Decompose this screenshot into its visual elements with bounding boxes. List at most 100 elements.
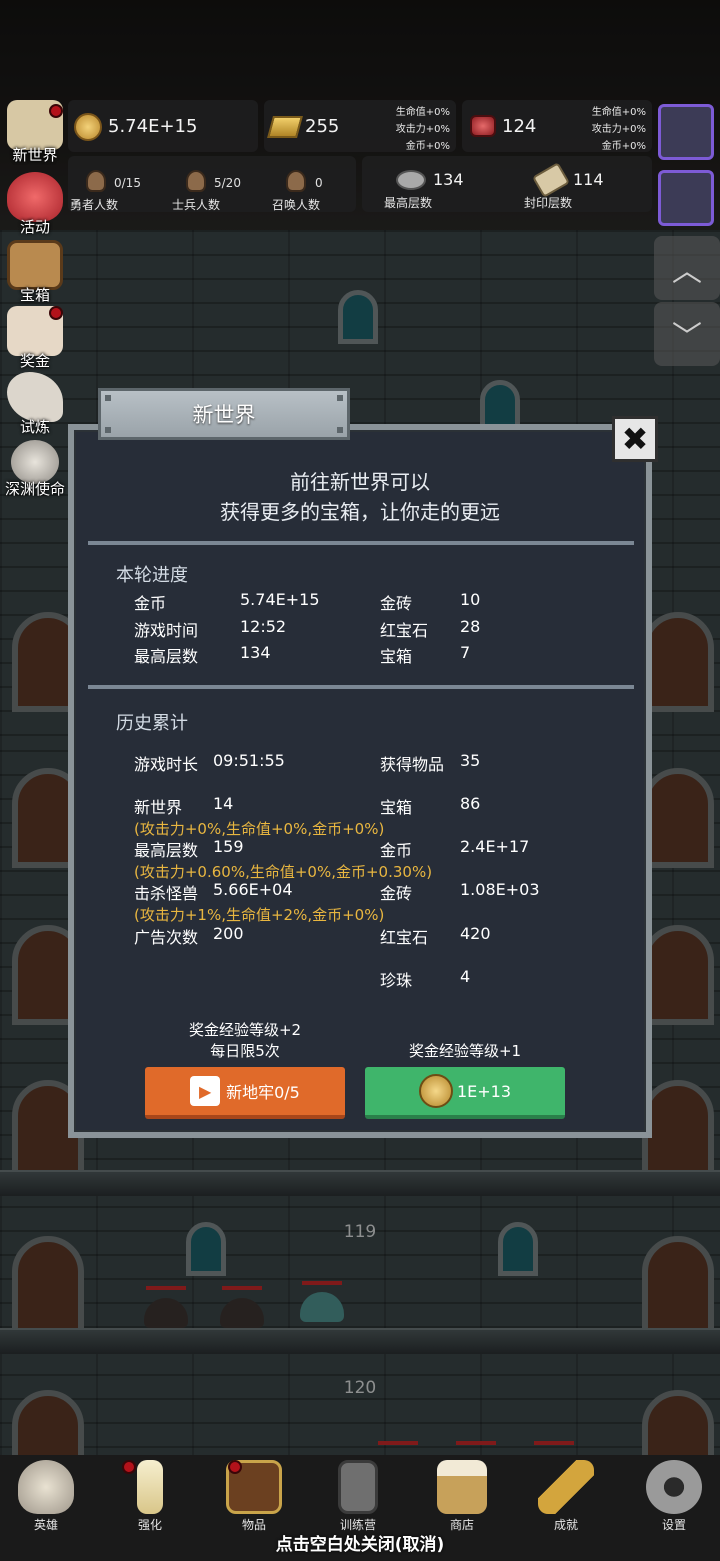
side-chest[interactable]: 宝箱 <box>2 240 68 305</box>
side-abyss[interactable]: 深渊使命 <box>2 440 68 499</box>
bricks-value: 255 <box>305 116 340 137</box>
skull-icon <box>18 1460 74 1514</box>
max-floor-label: 最高层数 <box>384 196 433 210</box>
history-bonus: (攻击力+1%,生命值+2%,金币+0%) <box>134 906 385 924</box>
history-value: 4 <box>460 967 471 986</box>
history-value: 420 <box>460 924 491 943</box>
ruby-icon <box>470 115 496 137</box>
right-button-caption: 奖金经验等级+1 <box>408 1042 522 1060</box>
round-value: 134 <box>240 643 271 662</box>
sealed-floor-value: 114 <box>573 170 604 189</box>
side-label: 新世界 <box>12 146 58 164</box>
gold-coin-icon <box>74 113 102 141</box>
nav-achievements[interactable]: 成就 <box>526 1460 606 1533</box>
history-bonus: (攻击力+0%,生命值+0%,金币+0%) <box>134 820 385 838</box>
max-floor-value: 134 <box>433 170 464 189</box>
nav-shop[interactable]: 商店 <box>422 1460 502 1533</box>
round-value: 5.74E+15 <box>240 590 320 609</box>
round-value: 10 <box>460 590 481 609</box>
candle-icon <box>137 1460 163 1514</box>
right-portrait-1[interactable] <box>658 104 714 160</box>
round-value: 7 <box>460 643 471 662</box>
history-value: 2.4E+17 <box>460 837 530 856</box>
left-button-caption: 奖金经验等级+2 每日限5次 <box>145 1020 345 1062</box>
side-label: 宝箱 <box>19 286 50 304</box>
scroll-up-button[interactable]: ︿ <box>654 236 720 300</box>
notification-dot <box>49 104 63 118</box>
new-dungeon-button[interactable]: ▶ 新地牢0/5 <box>145 1067 345 1119</box>
summon-icon <box>286 170 306 192</box>
side-activity[interactable]: 活动 <box>2 172 68 237</box>
side-label: 奖金 <box>19 352 50 370</box>
lantern-icon <box>338 1460 378 1514</box>
close-hint: 点击空白处关闭(取消) <box>275 1535 445 1555</box>
history-label: 游戏时长 <box>134 755 199 774</box>
round-label: 游戏时间 <box>134 621 199 640</box>
dialog-desc-2: 获得更多的宝箱，让你走的更远 <box>220 500 500 524</box>
round-label: 金币 <box>134 594 167 613</box>
feather-icon <box>7 372 63 422</box>
history-value: 5.66E+04 <box>213 880 293 899</box>
bonus-line: 生命值+0% <box>395 107 450 118</box>
chevron-up-icon: ︿ <box>672 254 702 289</box>
rock-icon <box>396 170 426 190</box>
round-label: 红宝石 <box>380 621 429 640</box>
rivet <box>105 427 111 433</box>
scroll-down-button[interactable]: ﹀ <box>654 302 720 366</box>
summons-value: 0 <box>315 176 323 190</box>
caption-line: 奖金经验等级+2 <box>188 1021 302 1039</box>
history-value: 35 <box>460 751 481 770</box>
dialog-title-plate: 新世界 <box>98 388 350 440</box>
nav-training[interactable]: 训练营 <box>318 1460 398 1533</box>
round-value: 12:52 <box>240 617 287 636</box>
divider <box>88 541 634 545</box>
gold-brick-icon <box>267 116 303 138</box>
gear-icon <box>646 1460 702 1514</box>
side-trial[interactable]: 试炼 <box>2 372 68 437</box>
notification-dot <box>49 306 63 320</box>
round-label: 金砖 <box>380 594 413 613</box>
pay-gold-button[interactable]: 1E+13 <box>365 1067 565 1119</box>
history-value: 14 <box>213 794 234 813</box>
history-value: 1.08E+03 <box>460 880 540 899</box>
divider <box>88 685 634 689</box>
history-label: 金砖 <box>380 884 413 903</box>
gold-coin-icon <box>418 1074 453 1108</box>
hero-icon <box>86 170 106 192</box>
close-button[interactable]: ✖ <box>612 416 658 462</box>
history-label: 击杀怪兽 <box>134 884 199 903</box>
nav-upgrade[interactable]: 强化 <box>110 1460 190 1533</box>
chest-icon <box>7 240 63 290</box>
nav-settings[interactable]: 设置 <box>634 1460 714 1533</box>
beer-mug-icon <box>437 1460 487 1514</box>
heroes-value: 0/15 <box>114 176 141 190</box>
soldiers-value: 5/20 <box>214 176 241 190</box>
history-value: 86 <box>460 794 481 813</box>
history-label: 广告次数 <box>134 928 199 947</box>
history-label: 宝箱 <box>380 798 413 817</box>
notification-dot <box>122 1460 136 1474</box>
notification-dot <box>228 1460 242 1474</box>
history-label: 珍珠 <box>380 971 413 990</box>
gold-value: 5.74E+15 <box>108 116 198 137</box>
round-label: 宝箱 <box>380 647 413 666</box>
history-label: 获得物品 <box>380 755 445 774</box>
rubies-value: 124 <box>502 116 537 137</box>
round-value: 28 <box>460 617 481 636</box>
rivet <box>337 395 343 401</box>
history-label: 红宝石 <box>380 928 429 947</box>
history-value: 200 <box>213 924 244 943</box>
history-value: 159 <box>213 837 244 856</box>
side-label: 深渊使命 <box>4 480 65 498</box>
right-portrait-2[interactable] <box>658 170 714 226</box>
soldiers-label: 士兵人数 <box>172 198 221 212</box>
bonus-line: 攻击力+0% <box>591 124 646 135</box>
round-label: 最高层数 <box>134 647 199 666</box>
close-icon: ✖ <box>621 420 649 458</box>
video-ad-icon: ▶ <box>190 1076 221 1106</box>
round-progress-title: 本轮进度 <box>116 565 188 586</box>
rivet <box>105 395 111 401</box>
side-label: 试炼 <box>19 418 50 436</box>
nav-heroes[interactable]: 英雄 <box>6 1460 86 1533</box>
nav-items[interactable]: 物品 <box>214 1460 294 1533</box>
